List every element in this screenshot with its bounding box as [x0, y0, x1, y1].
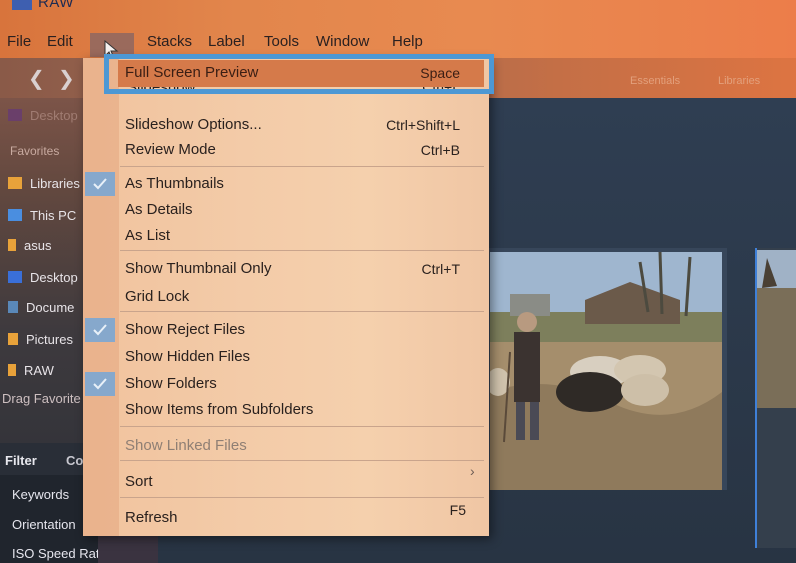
sidebar-item-asus[interactable]: asus [0, 238, 51, 253]
menu-separator [120, 166, 484, 167]
folder-icon [8, 364, 16, 376]
title-bar: RAW [0, 0, 796, 18]
menu-tools[interactable]: Tools [264, 33, 299, 50]
shortcut-slideshow-options: Ctrl+Shift+L [386, 117, 460, 133]
thumbnail-image-next[interactable] [755, 248, 796, 548]
favorites-header: Favorites [10, 144, 60, 158]
desktop-icon [8, 271, 22, 283]
check-as-thumbnails [85, 172, 115, 196]
sidebar-item-raw[interactable]: RAW [0, 363, 54, 378]
sidebar-item-libraries[interactable]: Libraries [0, 176, 80, 191]
shepherd-photo [490, 252, 722, 490]
menu-stacks[interactable]: Stacks [147, 33, 192, 50]
computer-icon [8, 209, 22, 221]
thumbnail-image[interactable] [490, 252, 722, 490]
checkmark-icon [93, 378, 107, 390]
menu-edit[interactable]: Edit [47, 33, 73, 50]
app-icon [12, 0, 32, 10]
menu-item-grid-lock[interactable]: Grid Lock [125, 288, 189, 305]
menu-item-as-details[interactable]: As Details [125, 201, 193, 218]
pictures-icon [8, 333, 18, 345]
tab-filter[interactable]: Filter [5, 453, 37, 468]
tab-collections[interactable]: Co [66, 453, 83, 468]
menu-check-column [83, 58, 119, 536]
folder-icon [8, 177, 22, 189]
shortcut-show-thumbnail-only: Ctrl+T [421, 261, 461, 277]
menu-item-sort[interactable]: Sort [125, 473, 153, 490]
menu-item-show-reject-files[interactable]: Show Reject Files [125, 321, 245, 338]
chevron-left-icon[interactable]: ❮ [28, 66, 45, 91]
menu-separator [120, 250, 484, 251]
shortcut-review-mode: Ctrl+B [420, 142, 460, 158]
check-show-reject-files [85, 318, 115, 342]
menu-help[interactable]: Help [392, 33, 423, 50]
drag-favorites-hint: Drag Favorite [2, 391, 81, 406]
chevron-right-icon[interactable]: ❯ [58, 66, 75, 91]
app-title: RAW [38, 0, 74, 11]
menu-item-show-folders[interactable]: Show Folders [125, 375, 217, 392]
menu-separator [120, 497, 484, 498]
menu-separator [120, 460, 484, 461]
submenu-arrow-icon: › [470, 463, 475, 479]
filter-keywords[interactable]: Keywords [12, 487, 69, 502]
menu-item-show-hidden-files[interactable]: Show Hidden Files [125, 348, 250, 365]
menu-label[interactable]: Label [208, 33, 245, 50]
menu-file[interactable]: File [7, 33, 31, 50]
folder-icon [8, 239, 16, 251]
check-show-folders [85, 372, 115, 396]
menu-item-show-thumbnail-only[interactable]: Show Thumbnail Only [125, 260, 271, 277]
checkmark-icon [93, 178, 107, 190]
menu-item-as-thumbnails[interactable]: As Thumbnails [125, 175, 224, 192]
desktop-icon [8, 109, 22, 121]
documents-icon [8, 301, 18, 313]
highlight-callout-box [104, 54, 494, 94]
menu-item-as-list[interactable]: As List [125, 227, 170, 244]
landscape-photo [757, 248, 796, 548]
menu-separator [120, 311, 484, 312]
menu-separator [120, 426, 484, 427]
menu-item-show-items-from-subfolders[interactable]: Show Items from Subfolders [125, 401, 313, 418]
menu-item-review-mode[interactable]: Review Mode [125, 141, 216, 158]
sidebar-item-documents[interactable]: Docume [0, 300, 74, 315]
shortcut-refresh: F5 [449, 502, 466, 518]
menu-item-slideshow-options[interactable]: Slideshow Options... [125, 116, 262, 133]
sidebar-item-pictures[interactable]: Pictures [0, 332, 73, 347]
menu-item-refresh[interactable]: Refresh [125, 509, 178, 526]
filter-orientation[interactable]: Orientation [12, 517, 76, 532]
sidebar-item-desktop[interactable]: Desktop [0, 270, 78, 285]
menu-window[interactable]: Window [316, 33, 369, 50]
sidebar-item-this-pc[interactable]: This PC [0, 208, 76, 223]
workspace-libraries[interactable]: Libraries [718, 75, 760, 87]
menu-item-show-linked-files: Show Linked Files [125, 437, 247, 454]
workspace-essentials[interactable]: Essentials [630, 75, 680, 87]
checkmark-icon [93, 324, 107, 336]
path-bar[interactable]: Desktop [0, 108, 78, 123]
